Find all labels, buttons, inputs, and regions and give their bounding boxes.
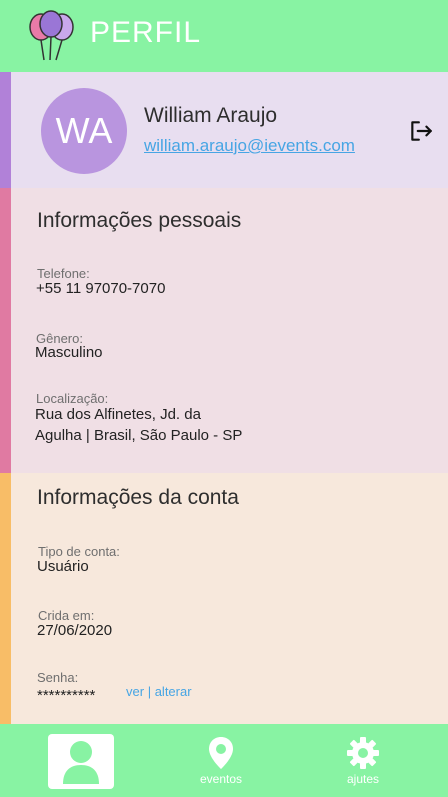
account-accent-bar <box>0 473 11 724</box>
personal-info-title: Informações pessoais <box>37 209 242 232</box>
created-value: 27/06/2020 <box>37 622 113 639</box>
profile-card: WA William Araujo william.araujo@ievents… <box>0 72 448 188</box>
user-email-link[interactable]: william.araujo@ievents.com <box>144 136 355 156</box>
phone-value: +55 11 97070-7070 <box>36 280 166 297</box>
map-pin-icon <box>209 737 234 769</box>
view-password-link[interactable]: ver <box>126 684 144 699</box>
account-type-value: Usuário <box>37 558 89 575</box>
password-label: Senha: <box>37 670 79 685</box>
logout-icon[interactable] <box>408 118 434 144</box>
location-line-2: Agulha | Brasil, São Paulo - SP <box>35 427 243 444</box>
nav-profile-button[interactable] <box>48 734 114 789</box>
nav-settings-button[interactable]: ajutes <box>346 736 380 786</box>
avatar: WA <box>41 88 127 174</box>
change-password-link[interactable]: alterar <box>155 684 192 699</box>
nav-settings-label: ajutes <box>346 772 380 786</box>
gear-icon <box>347 737 379 769</box>
user-name: William Araujo <box>144 104 278 127</box>
password-actions: ver | alterar <box>126 684 192 699</box>
password-value: ********** <box>37 687 96 704</box>
location-line-1: Rua dos Alfinetes, Jd. da <box>35 406 201 423</box>
gender-value: Masculino <box>35 344 103 361</box>
app-header: PERFIL <box>0 0 448 72</box>
personal-info-section: Informações pessoais Telefone: +55 11 97… <box>0 188 448 473</box>
nav-events-label: eventos <box>200 772 243 786</box>
account-info-title: Informações da conta <box>37 486 239 509</box>
person-icon <box>63 740 99 784</box>
balloons-icon <box>29 10 74 61</box>
page-title: PERFIL <box>90 16 202 49</box>
link-separator: | <box>147 684 152 699</box>
nav-events-button[interactable]: eventos <box>200 736 242 786</box>
personal-accent-bar <box>0 188 11 473</box>
account-info-section: Informações da conta Tipo de conta: Usuá… <box>0 473 448 724</box>
bottom-nav: eventos ajutes <box>0 724 448 797</box>
profile-accent-bar <box>0 72 11 188</box>
